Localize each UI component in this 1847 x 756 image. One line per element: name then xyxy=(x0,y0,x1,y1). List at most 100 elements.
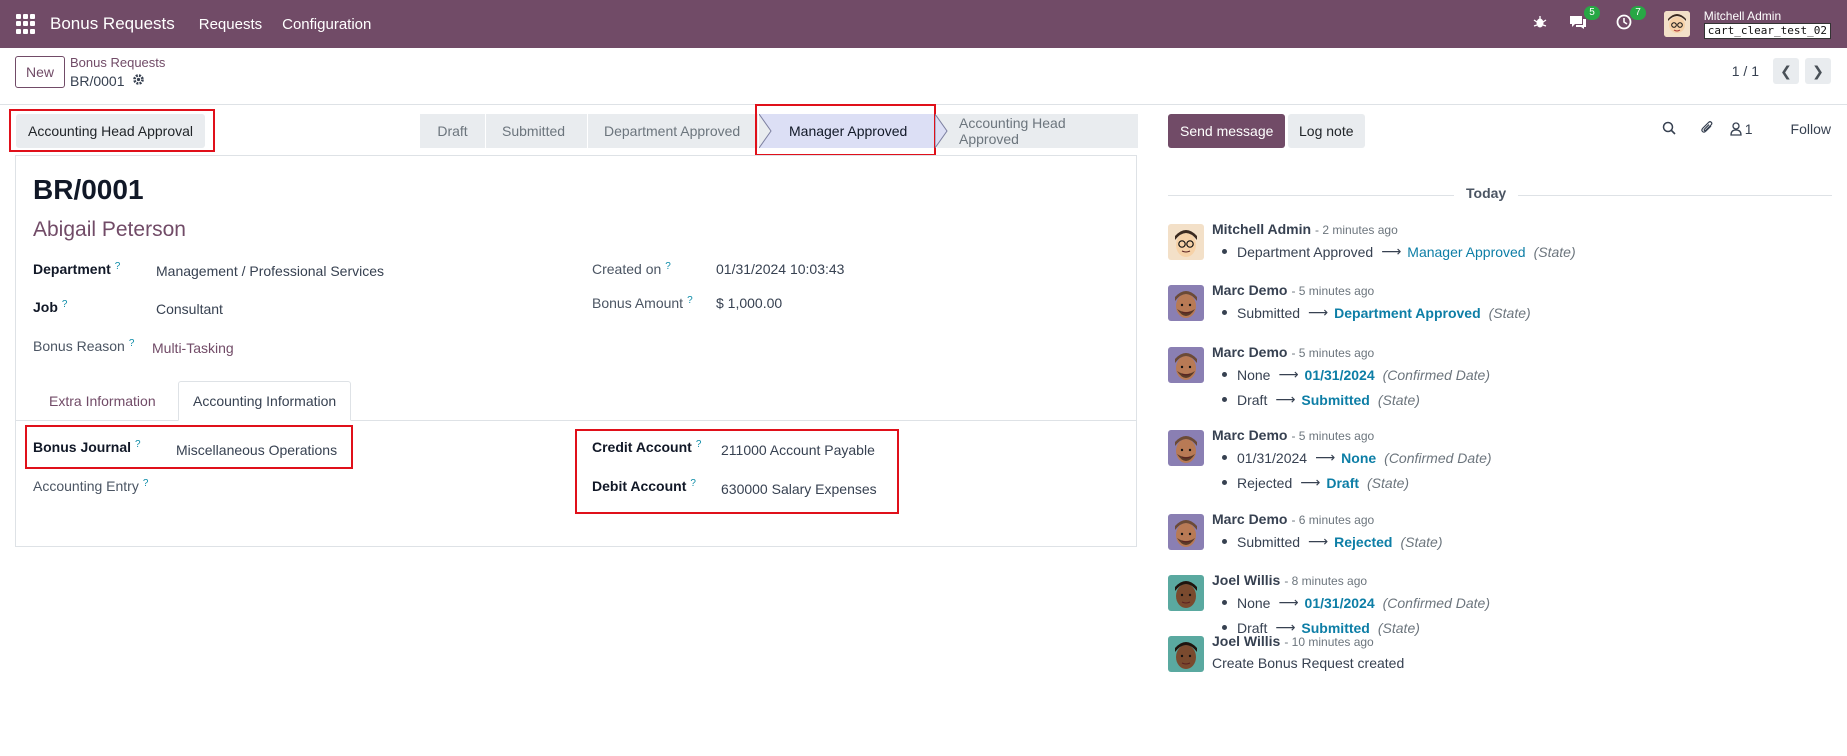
follow-button[interactable]: Follow xyxy=(1791,121,1831,137)
followers-button[interactable]: 1 xyxy=(1730,121,1753,137)
help-tooltip-icon[interactable]: ? xyxy=(143,478,149,489)
old-value: None xyxy=(1237,594,1271,611)
message-header: Marc Demo - 5 minutes ago xyxy=(1212,427,1374,443)
message-author[interactable]: Marc Demo xyxy=(1212,511,1287,527)
tracked-field-name: (Confirmed Date) xyxy=(1384,449,1492,466)
bonus-amount-label: Bonus Amount? xyxy=(592,295,693,311)
help-tooltip-icon[interactable]: ? xyxy=(129,338,135,349)
activity-count-badge: 7 xyxy=(1630,6,1646,20)
new-value: Submitted xyxy=(1301,391,1370,408)
chat-count-badge: 5 xyxy=(1584,6,1600,20)
user-name[interactable]: Mitchell Admin xyxy=(1704,9,1831,23)
message-time: - 5 minutes ago xyxy=(1291,284,1375,298)
author-avatar[interactable] xyxy=(1168,285,1204,321)
help-tooltip-icon[interactable]: ? xyxy=(665,261,671,272)
control-panel: New Bonus Requests BR/0001 1 / 1 ❮ ❯ xyxy=(0,48,1847,105)
followers-count: 1 xyxy=(1744,121,1753,137)
department-label: Department? xyxy=(33,261,121,277)
debug-bug-icon[interactable] xyxy=(1528,15,1552,33)
bonus-reason-value[interactable]: Multi-Tasking xyxy=(152,340,234,356)
date-separator-today: Today xyxy=(1454,185,1519,201)
message-author[interactable]: Joel Willis xyxy=(1212,572,1280,588)
job-label: Job? xyxy=(33,299,68,315)
apps-menu-icon[interactable] xyxy=(16,14,36,34)
log-note-button[interactable]: Log note xyxy=(1288,114,1365,148)
notebook-tabs: Extra Information Accounting Information xyxy=(16,381,1136,421)
stage-chevron-icon xyxy=(935,114,948,148)
department-value[interactable]: Management / Professional Services xyxy=(156,263,384,279)
chat-icon[interactable]: 5 xyxy=(1566,6,1600,34)
message-author[interactable]: Mitchell Admin xyxy=(1212,221,1311,237)
paperclip-icon[interactable] xyxy=(1700,120,1714,138)
new-button[interactable]: New xyxy=(15,56,66,88)
arrow-right-icon: ⟶ xyxy=(1275,391,1296,407)
pager-value[interactable]: 1 / 1 xyxy=(1732,63,1759,79)
stage-accounting-head-approved[interactable]: Accounting Head Approved xyxy=(937,114,1139,148)
old-value: 01/31/2024 xyxy=(1237,449,1308,466)
help-tooltip-icon[interactable]: ? xyxy=(687,295,693,306)
record-name: BR/0001 xyxy=(33,174,144,205)
menu-configuration[interactable]: Configuration xyxy=(282,16,371,33)
author-avatar[interactable] xyxy=(1168,575,1204,611)
arrow-right-icon: ⟶ xyxy=(1278,594,1299,610)
tracking-value-line: None ⟶ 01/31/2024 (Confirmed Date) xyxy=(1212,366,1490,383)
tracking-value-line: 01/31/2024 ⟶ None (Confirmed Date) xyxy=(1212,449,1492,466)
tab-extra-information[interactable]: Extra Information xyxy=(35,381,170,421)
message-time: - 6 minutes ago xyxy=(1291,513,1375,527)
stage-department-approved[interactable]: Department Approved xyxy=(588,114,759,148)
tracking-value-line: Submitted ⟶ Rejected (State) xyxy=(1212,533,1443,550)
breadcrumb-parent[interactable]: Bonus Requests xyxy=(70,55,165,70)
message-author[interactable]: Marc Demo xyxy=(1212,282,1287,298)
send-message-button[interactable]: Send message xyxy=(1168,114,1286,148)
tracking-value-line: Rejected ⟶ Draft (State) xyxy=(1212,474,1409,491)
message-author[interactable]: Marc Demo xyxy=(1212,427,1287,443)
help-tooltip-icon[interactable]: ? xyxy=(115,261,121,272)
chatter-tools: 1 Follow xyxy=(1662,120,1831,138)
activity-clock-icon[interactable]: 7 xyxy=(1612,6,1646,34)
stage-submitted[interactable]: Submitted xyxy=(486,114,588,148)
arrow-right-icon: ⟶ xyxy=(1308,533,1329,549)
tracking-value-line: Draft ⟶ Submitted (State) xyxy=(1212,391,1420,408)
highlight-box-journal xyxy=(25,425,353,469)
author-avatar[interactable] xyxy=(1168,514,1204,550)
tab-accounting-information[interactable]: Accounting Information xyxy=(178,381,352,421)
highlight-box-accounts xyxy=(575,429,899,514)
message-author[interactable]: Marc Demo xyxy=(1212,344,1287,360)
author-avatar[interactable] xyxy=(1168,636,1204,672)
message-header: Joel Willis - 8 minutes ago xyxy=(1212,572,1367,588)
old-value: Draft xyxy=(1237,391,1268,408)
bullet-icon xyxy=(1222,455,1227,460)
author-avatar[interactable] xyxy=(1168,430,1204,466)
tracked-field-name: (State) xyxy=(1400,533,1443,550)
search-icon[interactable] xyxy=(1662,121,1676,138)
message-author[interactable]: Joel Willis xyxy=(1212,633,1280,649)
job-value[interactable]: Consultant xyxy=(156,301,223,317)
pager-previous-icon[interactable]: ❮ xyxy=(1773,58,1799,84)
highlight-box-stage xyxy=(755,104,936,156)
menu-requests[interactable]: Requests xyxy=(199,16,262,33)
author-avatar[interactable] xyxy=(1168,347,1204,383)
stage-draft[interactable]: Draft xyxy=(420,114,486,148)
tracked-field-name: (State) xyxy=(1488,304,1531,321)
bonus-reason-label: Bonus Reason? xyxy=(33,338,135,354)
old-value: Rejected xyxy=(1237,474,1293,491)
message-header: Mitchell Admin - 2 minutes ago xyxy=(1212,221,1398,237)
help-tooltip-icon[interactable]: ? xyxy=(62,299,68,310)
created-on-label: Created on? xyxy=(592,261,671,277)
employee-link[interactable]: Abigail Peterson xyxy=(33,218,186,242)
arrow-right-icon: ⟶ xyxy=(1308,304,1329,320)
author-avatar[interactable] xyxy=(1168,224,1204,260)
gear-icon[interactable] xyxy=(132,73,145,89)
message-header: Marc Demo - 6 minutes ago xyxy=(1212,511,1374,527)
message-time: - 5 minutes ago xyxy=(1291,429,1375,443)
bullet-icon xyxy=(1222,310,1227,315)
app-brand[interactable]: Bonus Requests xyxy=(50,14,175,34)
pager-next-icon[interactable]: ❯ xyxy=(1805,58,1831,84)
accounting-entry-label: Accounting Entry? xyxy=(33,478,149,494)
new-value: None xyxy=(1341,449,1377,466)
bonus-amount-value[interactable]: $ 1,000.00 xyxy=(716,295,782,311)
new-value: Rejected xyxy=(1334,533,1393,550)
user-avatar[interactable] xyxy=(1663,11,1690,37)
new-value: 01/31/2024 xyxy=(1304,594,1375,611)
message-time: - 2 minutes ago xyxy=(1315,223,1398,237)
